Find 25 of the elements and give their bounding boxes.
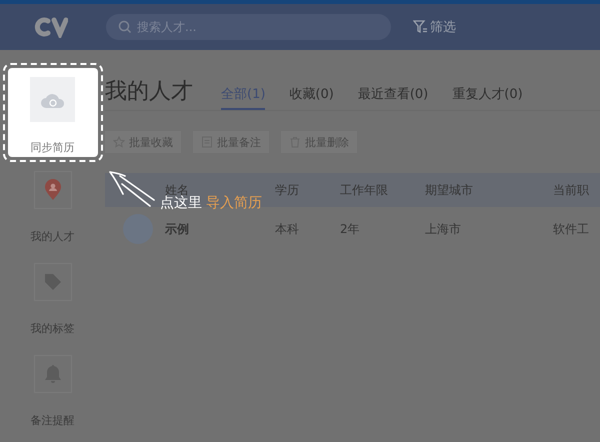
page-title: 我的人才 <box>105 78 193 106</box>
table-cell-text: 上海市 <box>425 220 462 238</box>
filter-button[interactable]: 筛选 <box>413 18 456 36</box>
filter-icon <box>413 20 428 34</box>
table-cell-text: 2年 <box>340 220 361 238</box>
tab[interactable]: 最近查看(0) <box>358 85 428 110</box>
sidebar-item[interactable]: 同步简历 <box>8 68 98 157</box>
sidebar-item[interactable]: 备注提醒 <box>8 346 98 435</box>
logo-icon <box>34 16 68 38</box>
location-pin-icon <box>44 179 62 201</box>
column-header: 姓名 <box>165 182 189 196</box>
column-header: 当前职 <box>553 182 590 198</box>
sidebar-label: 备注提醒 <box>30 413 74 428</box>
column-header: 学历 <box>275 182 300 198</box>
hint-text: 点这里 导入简历 <box>160 195 262 212</box>
column-header: 期望城市 <box>425 182 474 198</box>
search-icon <box>118 20 132 34</box>
column-header: 工作年限 <box>340 182 389 198</box>
tab[interactable]: 收藏(0) <box>289 85 334 110</box>
table-cell-text: 软件工 <box>553 220 590 238</box>
sidebar-label: 同步简历 <box>30 140 74 155</box>
table-cell-text: 本科 <box>275 220 300 238</box>
tab[interactable]: 重复人才(0) <box>452 85 523 110</box>
arrow-drawing <box>108 170 158 210</box>
table-cell-text: 示例 <box>165 220 190 238</box>
